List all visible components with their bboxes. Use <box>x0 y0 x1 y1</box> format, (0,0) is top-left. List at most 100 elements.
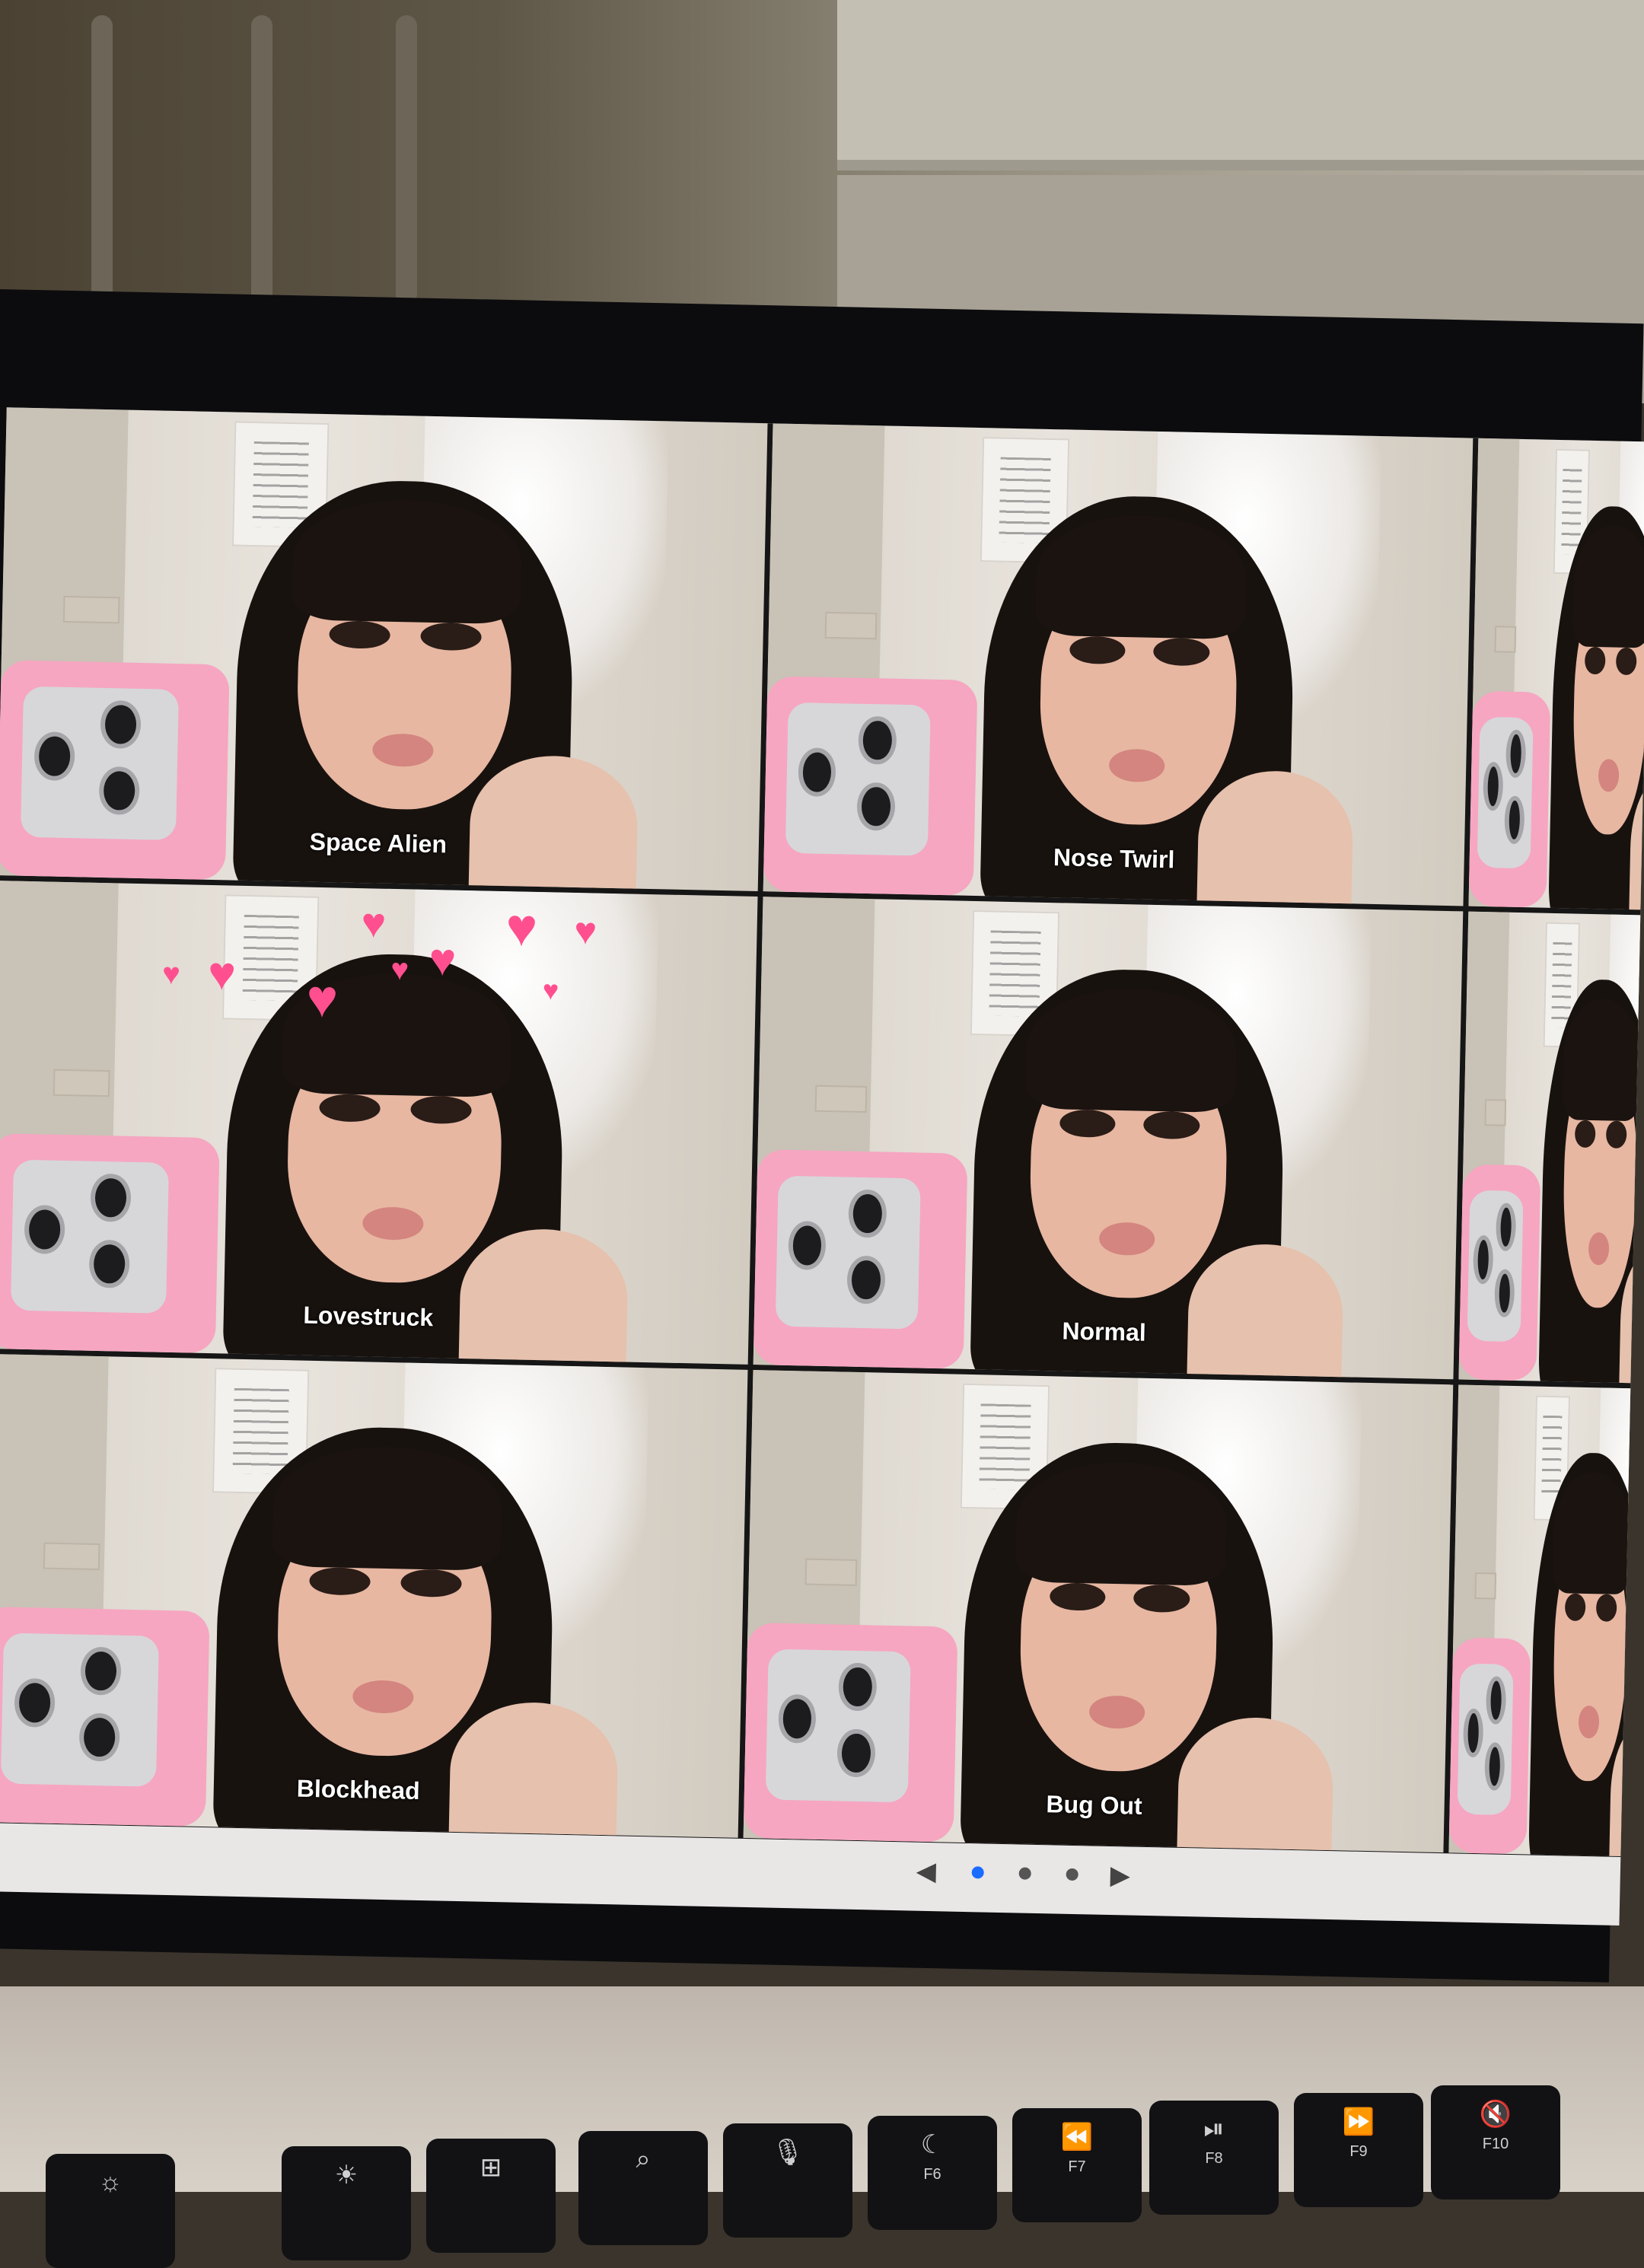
effect-label: Fr <box>1449 1798 1644 1832</box>
bed-rail <box>396 15 417 304</box>
bed-rail <box>91 15 113 304</box>
do-not-disturb-key[interactable]: ☾ F6 <box>868 2116 997 2230</box>
effect-tile[interactable] <box>1468 438 1644 912</box>
play-pause-key[interactable]: ⏯ F8 <box>1149 2101 1279 2215</box>
pink-phone <box>1458 1164 1541 1381</box>
camera-lens <box>846 1255 886 1305</box>
light-switch <box>62 595 120 624</box>
camera-lens <box>1493 1269 1515 1318</box>
page-dot-1[interactable] <box>971 1866 984 1879</box>
camera-lens <box>848 1189 887 1238</box>
camera-lens <box>797 747 836 798</box>
heart-effect: ♥ <box>505 897 538 958</box>
mission-control-key-icon: ⊞ <box>480 2153 502 2182</box>
effect-tile[interactable] <box>1458 911 1644 1385</box>
mute-key-icon: 🔇 <box>1479 2100 1512 2129</box>
mission-control-key[interactable]: ⊞ <box>426 2139 556 2253</box>
heart-effect: ♥ <box>573 909 597 953</box>
heart-effect: ♥ <box>542 973 559 1006</box>
camera-lens <box>1462 1709 1483 1758</box>
page-dot-2[interactable] <box>1018 1867 1031 1880</box>
effect-tile[interactable]: Space Alien <box>0 407 768 892</box>
camera-lens <box>838 1662 878 1712</box>
fn-label: F9 <box>1349 2143 1368 2160</box>
brightness-up-key-icon: ☀ <box>334 2161 358 2190</box>
phone-camera-bump <box>1467 1190 1524 1343</box>
camera-lens <box>1482 762 1504 811</box>
phone-camera-bump <box>765 1648 912 1803</box>
phone-camera-bump <box>775 1175 922 1330</box>
camera-lens <box>78 1712 120 1763</box>
dictation-key[interactable]: 🎙 <box>723 2123 852 2238</box>
shelf <box>837 0 1644 170</box>
heart-effect: ♥ <box>305 968 339 1029</box>
rewind-key[interactable]: ⏪ F7 <box>1012 2108 1142 2222</box>
pink-phone <box>1468 690 1551 908</box>
effect-tile[interactable]: Lovestruck ♥ ♥ ♥ ♥ ♥ ♥ ♥ ♥ ♥ <box>0 881 758 1365</box>
laptop-bezel: Space Alien Nose Twirl Lovestruck ♥ ♥ ♥ … <box>0 289 1644 1983</box>
camera-lens <box>1505 729 1527 779</box>
camera-lens <box>787 1221 827 1270</box>
brightness-down-key[interactable]: ☼ <box>46 2154 175 2268</box>
light-switch <box>804 1558 858 1586</box>
camera-lens <box>1485 1676 1506 1725</box>
camera-lens <box>100 699 142 750</box>
previous-page-icon[interactable]: ◀ <box>916 1856 936 1887</box>
light-switch <box>824 611 878 639</box>
phone-camera-bump <box>785 702 932 856</box>
brightness-up-key[interactable]: ☀ <box>282 2146 411 2260</box>
heart-effect: ♥ <box>161 957 181 992</box>
phone-camera-bump <box>1477 716 1534 869</box>
camera-lens <box>14 1678 56 1728</box>
light-switch <box>53 1069 110 1097</box>
fn-label: F7 <box>1068 2158 1086 2175</box>
fast-forward-key-icon: ⏩ <box>1342 2107 1375 2136</box>
bed-rail <box>251 15 272 304</box>
brightness-down-key-icon: ☼ <box>98 2168 123 2196</box>
effects-grid: Space Alien Nose Twirl Lovestruck ♥ ♥ ♥ … <box>0 407 1644 1859</box>
camera-lens <box>856 782 896 832</box>
heart-effect: ♥ <box>361 899 387 948</box>
light-switch <box>1474 1572 1497 1600</box>
effect-tile[interactable]: Blockhead <box>0 1353 748 1838</box>
effect-tile[interactable]: Normal <box>753 897 1464 1380</box>
camera-lens <box>858 715 897 766</box>
do-not-disturb-key-icon: ☾ <box>920 2130 945 2159</box>
bangs <box>1552 1470 1633 1594</box>
photo-booth-screen: Space Alien Nose Twirl Lovestruck ♥ ♥ ♥ … <box>0 407 1644 1926</box>
light-switch <box>43 1542 100 1570</box>
effect-tile[interactable]: Fr <box>1448 1384 1644 1859</box>
light-switch <box>1484 1099 1507 1126</box>
camera-lens <box>80 1646 122 1696</box>
play-pause-key-icon: ⏯ <box>1203 2114 1225 2143</box>
heart-effect: ♥ <box>390 953 409 987</box>
fn-label: F8 <box>1205 2150 1223 2167</box>
phone-camera-bump <box>1457 1663 1514 1816</box>
light-switch <box>1494 626 1517 653</box>
fn-label: F6 <box>923 2166 941 2183</box>
camera-lens <box>1472 1235 1493 1285</box>
spotlight-key-icon: ⌕ <box>636 2145 651 2174</box>
camera-lens <box>836 1728 876 1778</box>
camera-lens <box>98 766 140 816</box>
mute-key[interactable]: 🔇 F10 <box>1431 2085 1560 2200</box>
phone-camera-bump <box>10 1159 170 1314</box>
light-switch <box>814 1085 868 1113</box>
next-page-icon[interactable]: ▶ <box>1110 1860 1130 1891</box>
effect-tile[interactable]: Bug Out <box>743 1370 1454 1853</box>
heart-effect: ♥ <box>207 948 237 1001</box>
camera-lens <box>1495 1202 1517 1252</box>
camera-lens <box>88 1239 130 1289</box>
camera-lens <box>777 1694 817 1744</box>
camera-lens <box>90 1173 132 1223</box>
effect-tile[interactable]: Nose Twirl <box>763 423 1474 906</box>
camera-lens <box>1504 795 1525 845</box>
page-dot-3[interactable] <box>1066 1868 1078 1881</box>
camera-lens <box>1483 1742 1505 1792</box>
spotlight-key[interactable]: ⌕ <box>578 2131 708 2245</box>
camera-lens <box>24 1205 65 1254</box>
fn-label: F10 <box>1482 2136 1509 2152</box>
heart-effect: ♥ <box>428 933 457 986</box>
fast-forward-key[interactable]: ⏩ F9 <box>1294 2093 1423 2207</box>
phone-camera-bump <box>0 1633 159 1787</box>
